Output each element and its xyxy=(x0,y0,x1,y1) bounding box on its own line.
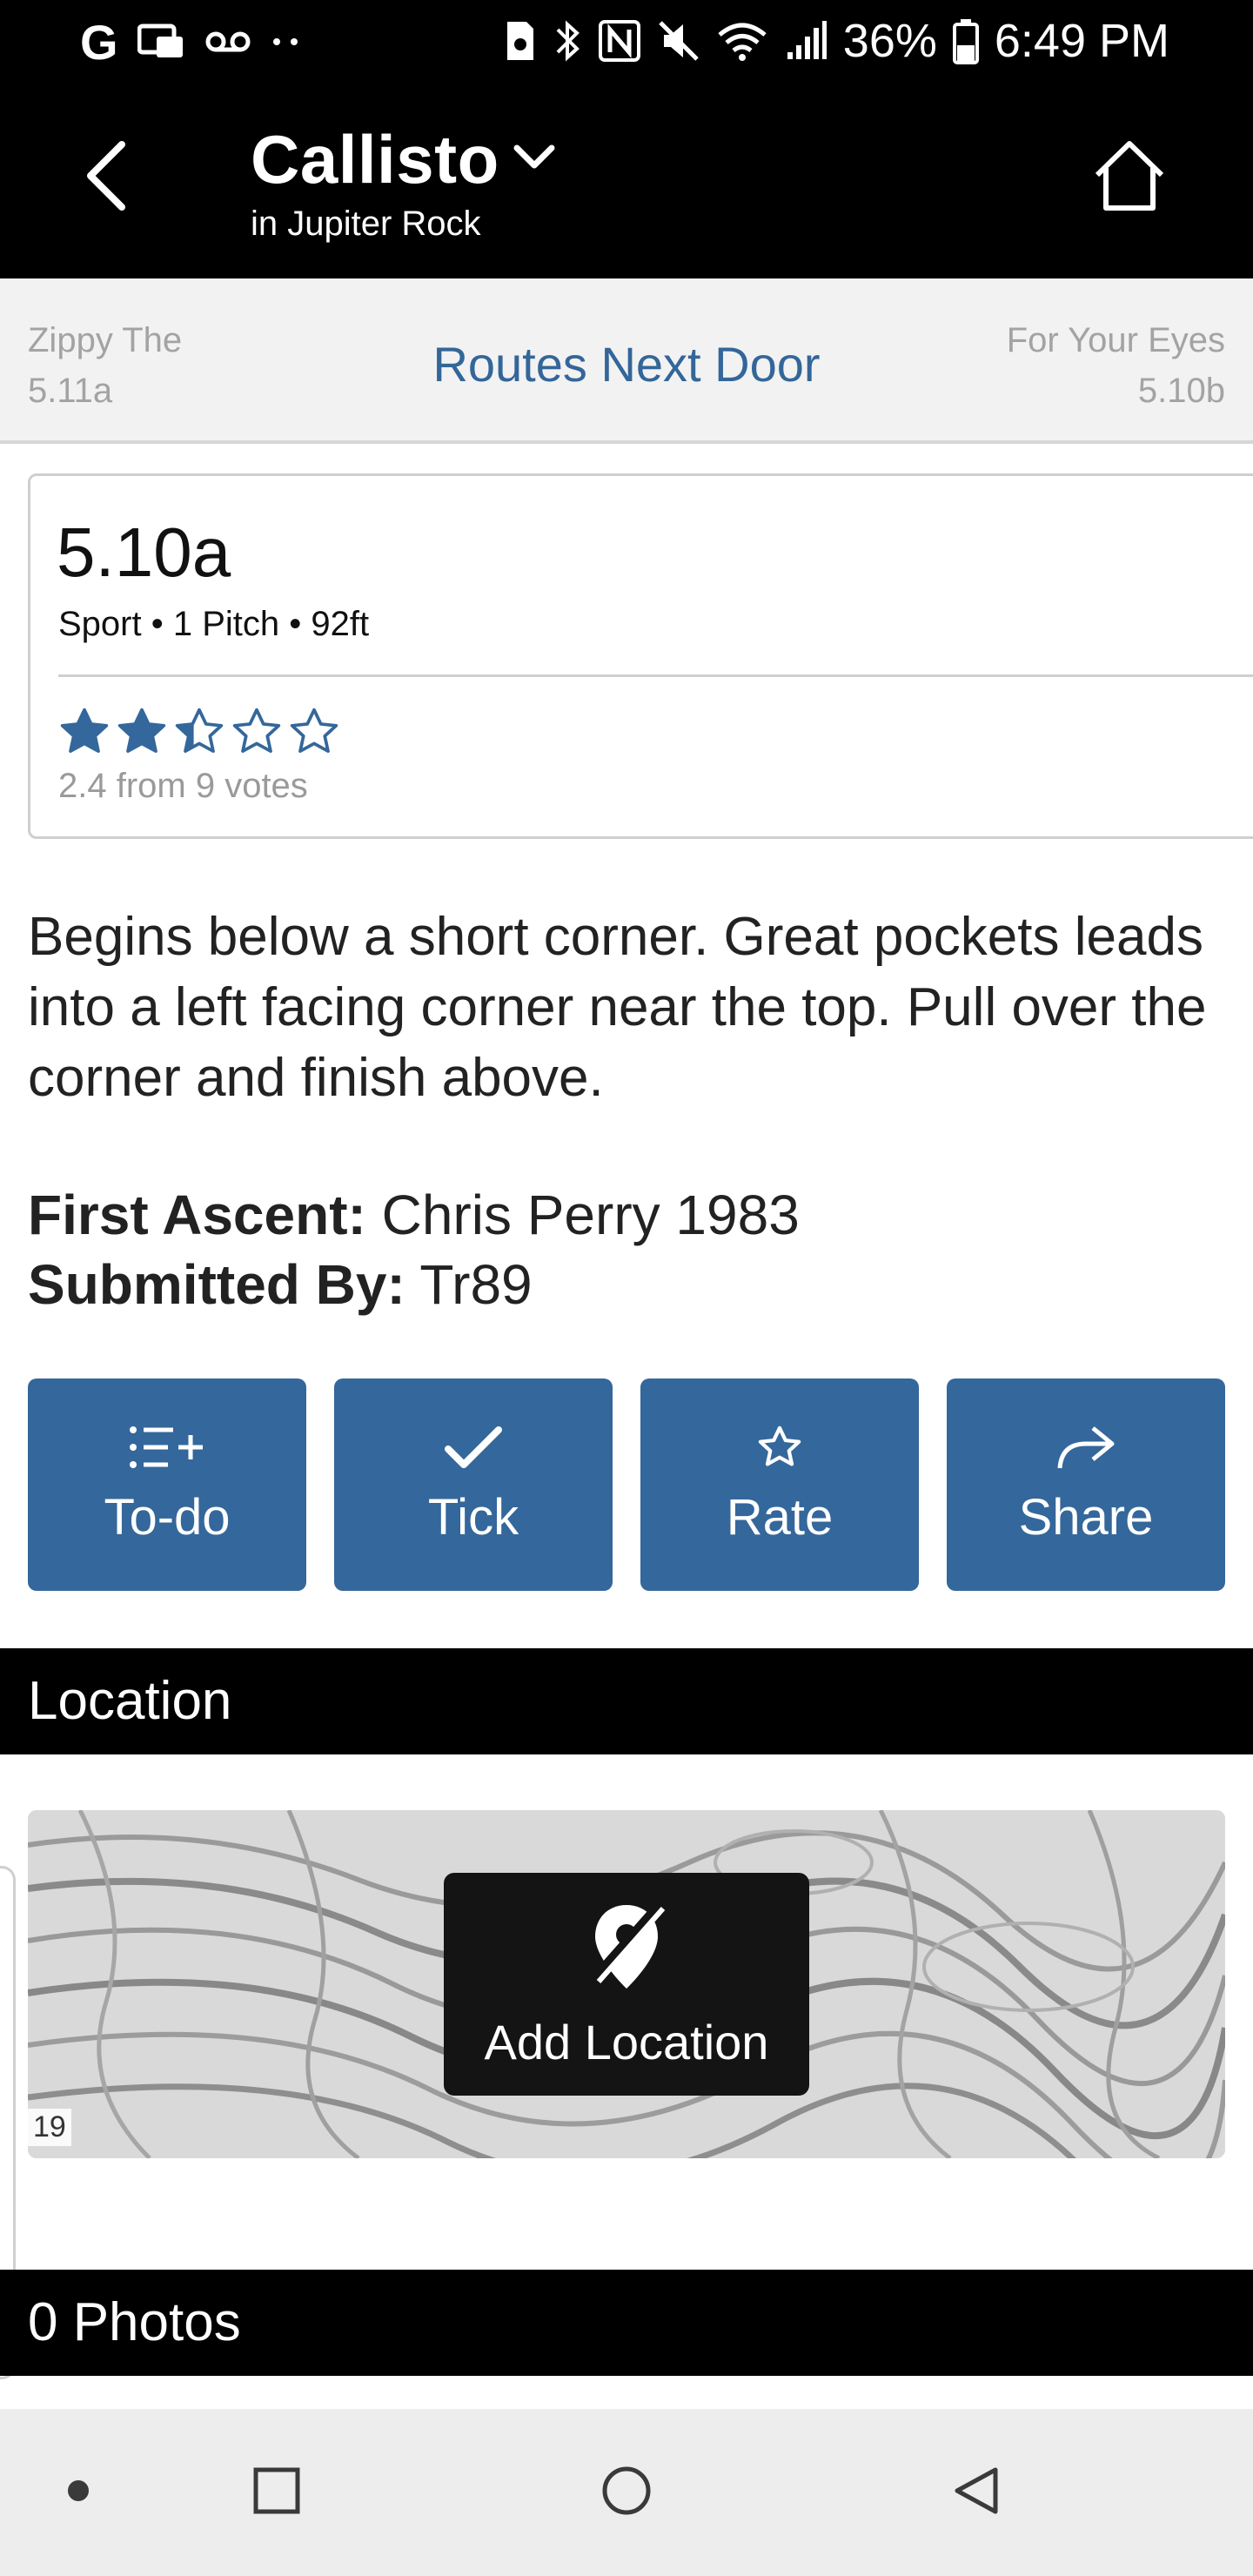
status-bar: G 36% 6:49 PM xyxy=(0,0,1253,84)
share-arrow-icon xyxy=(1055,1423,1117,1476)
recents-button[interactable] xyxy=(233,2409,320,2576)
route-meta: Sport • 1 Pitch • 92ft xyxy=(58,605,370,643)
title-dropdown[interactable]: Callisto in Jupiter Rock xyxy=(251,120,557,244)
todo-button[interactable]: To-do xyxy=(28,1379,306,1591)
first-ascent-label: First Ascent: xyxy=(28,1184,366,1246)
home-nav-button[interactable] xyxy=(583,2409,670,2576)
page-title: Callisto xyxy=(251,121,499,198)
tick-label: Tick xyxy=(427,1489,519,1546)
photos-header: 0 Photos xyxy=(0,2270,1253,2376)
star-icon xyxy=(754,1423,805,1476)
submitted-by-label: Submitted By: xyxy=(28,1253,405,1316)
rating-star-icon xyxy=(60,708,109,753)
location-map[interactable]: Add Location 19 xyxy=(28,1810,1225,2158)
route-description: Begins below a short corner. Great pocke… xyxy=(28,907,1207,1108)
google-icon: G xyxy=(80,14,118,70)
rating-star-icon xyxy=(175,708,224,753)
back-arrow-icon xyxy=(82,139,131,217)
more-notifications-icon xyxy=(270,33,305,50)
back-button[interactable] xyxy=(63,134,150,221)
location-off-icon xyxy=(586,1898,667,1998)
signal-icon xyxy=(784,19,828,63)
rating-star-icon xyxy=(232,708,281,753)
wifi-icon xyxy=(716,19,768,63)
map-scale-label: 19 xyxy=(28,2109,71,2146)
share-button[interactable]: Share xyxy=(947,1379,1225,1591)
tick-button[interactable]: Tick xyxy=(334,1379,613,1591)
nfc-icon xyxy=(598,19,641,63)
system-nav-bar xyxy=(0,2409,1253,2576)
routes-next-door-bar: Zippy The 5.11a Routes Next Door For You… xyxy=(0,278,1253,444)
page-subtitle: in Jupiter Rock xyxy=(251,205,481,243)
rate-button[interactable]: Rate xyxy=(640,1379,919,1591)
next-route-link[interactable]: For Your Eyes 5.10b xyxy=(1007,315,1225,416)
back-nav-button[interactable] xyxy=(933,2409,1020,2576)
rating-star-icon xyxy=(290,708,338,753)
route-summary-card: 5.10a Sport • 1 Pitch • 92ft 2.4 from 9 … xyxy=(28,473,1253,839)
triangle-back-icon xyxy=(952,2465,1001,2521)
location-header: Location xyxy=(0,1648,1253,1754)
votes-text: 2.4 from 9 votes xyxy=(58,767,308,805)
action-buttons: To-do Tick Rate Share xyxy=(28,1379,1225,1591)
voicemail-icon xyxy=(205,29,251,55)
next-route-grade: 5.10b xyxy=(1137,372,1225,410)
dot-icon xyxy=(65,2478,91,2508)
rating-star-icon xyxy=(117,708,166,753)
next-route-name: For Your Eyes xyxy=(1006,321,1225,359)
first-ascent: First Ascent: Chris Perry 1983 xyxy=(28,1180,800,1250)
list-add-icon xyxy=(128,1423,206,1476)
check-icon xyxy=(443,1423,504,1476)
status-left-icons: G xyxy=(80,14,305,70)
chevron-down-icon xyxy=(512,143,557,177)
share-label: Share xyxy=(1018,1489,1154,1546)
recents-icon xyxy=(252,2466,301,2519)
todo-label: To-do xyxy=(104,1489,231,1546)
app-bar: Callisto in Jupiter Rock xyxy=(0,84,1253,278)
card-divider xyxy=(58,674,1253,677)
first-ascent-value: Chris Perry 1983 xyxy=(381,1184,800,1246)
submitted-by-value: Tr89 xyxy=(419,1253,533,1316)
battery-icon xyxy=(952,17,979,64)
home-icon xyxy=(1090,137,1169,219)
rate-label: Rate xyxy=(726,1489,834,1546)
status-right-icons: 36% 6:49 PM xyxy=(502,12,1169,70)
circle-home-icon xyxy=(600,2465,653,2521)
notification-icon xyxy=(137,23,186,61)
add-location-label: Add Location xyxy=(484,2015,769,2070)
home-button[interactable] xyxy=(1086,134,1173,221)
bluetooth-icon xyxy=(553,17,582,64)
clock: 6:49 PM xyxy=(994,15,1169,67)
mute-icon xyxy=(657,19,700,63)
nav-dot-button[interactable] xyxy=(35,2409,122,2576)
battery-percent: 36% xyxy=(842,15,937,67)
submitted-by: Submitted By: Tr89 xyxy=(28,1250,533,1319)
route-grade: 5.10a xyxy=(57,513,231,591)
star-rating xyxy=(57,704,342,760)
add-location-button[interactable]: Add Location xyxy=(444,1873,809,2096)
sim-icon xyxy=(502,18,537,64)
